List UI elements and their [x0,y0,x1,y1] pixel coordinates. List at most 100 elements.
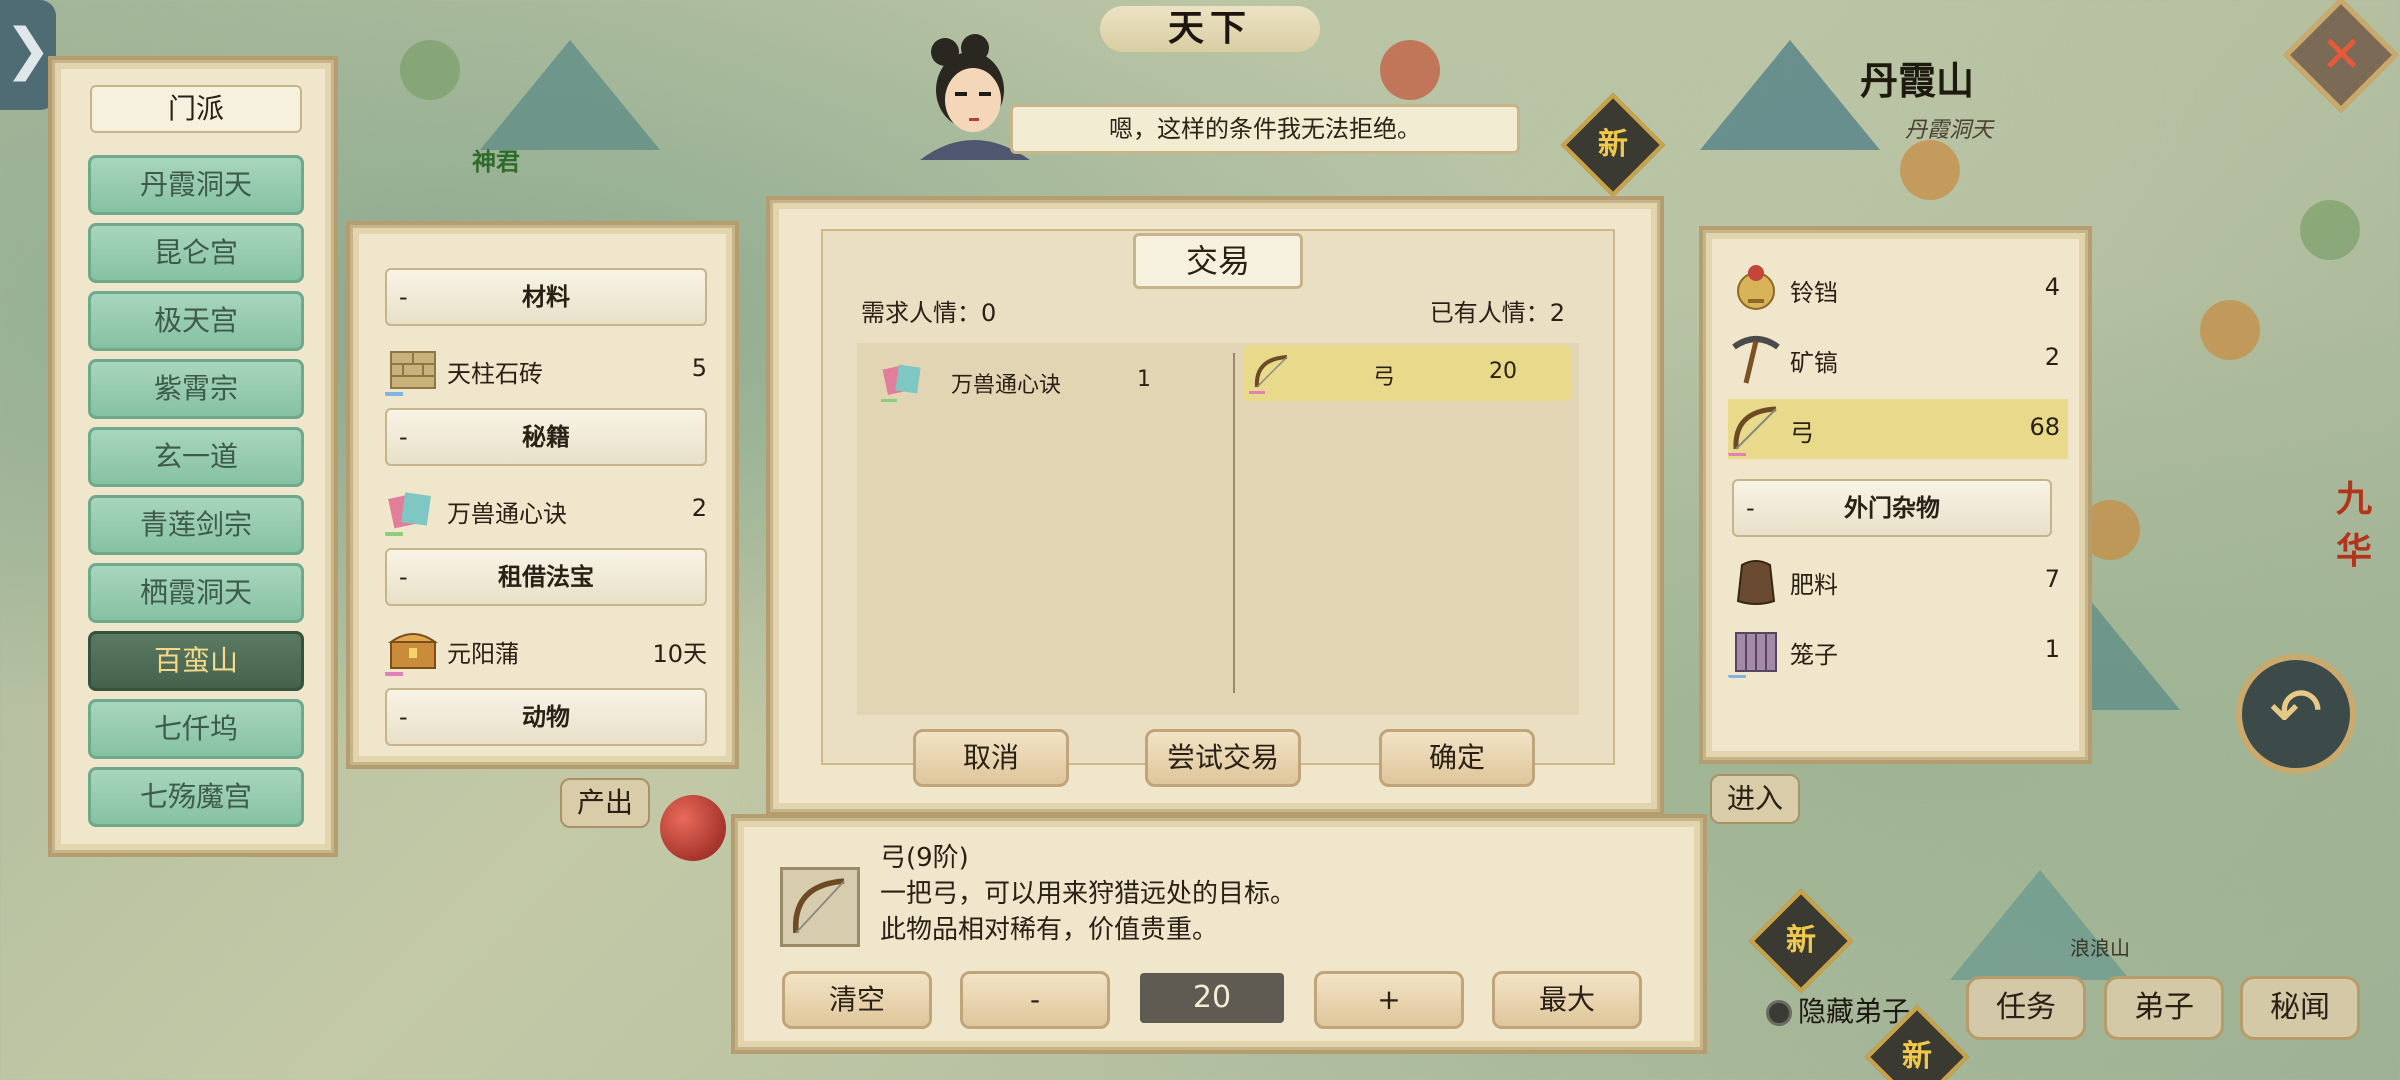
scroll-book-icon [881,364,921,402]
world-title: 天下 [1100,6,1320,52]
try-trade-button[interactable]: 尝试交易 [1145,729,1301,787]
sect-item[interactable]: 丹霞洞天 [88,155,304,215]
category-header[interactable]: - 动物 [385,688,707,746]
side-expand-tab[interactable]: ❯ [0,0,56,110]
sect-item[interactable]: 昆仑宫 [88,223,304,283]
sect-item[interactable]: 栖霞洞天 [88,563,304,623]
clear-button[interactable]: 清空 [782,971,932,1029]
trade-title: 交易 [1133,233,1303,289]
map-label-shenjun[interactable]: 神君 [472,142,520,177]
trade-divider [1233,353,1235,693]
stone-brick-icon [385,351,436,396]
sect-item[interactable]: 极天宫 [88,291,304,351]
my-inventory-panel: - 材料 天柱石砖 5 - 秘籍 万兽通心诀 2 - 租借法宝 元阳蒲 10天 … [350,225,735,765]
category-title: 租借法宝 [498,563,594,591]
item-qty: 2 [2044,343,2060,371]
max-button[interactable]: 最大 [1492,971,1642,1029]
sect-item[interactable]: 紫霄宗 [88,359,304,419]
sect-header: 门派 [90,85,302,133]
quantity-value[interactable]: 20 [1140,973,1284,1023]
bell-icon [1737,265,1775,310]
plus-button[interactable]: + [1314,971,1464,1029]
treasure-chest-icon [385,633,439,676]
hide-disciple-toggle[interactable]: 隐藏弟子 [1766,990,1910,1030]
item-name: 元阳蒲 [447,640,519,668]
close-icon: ✕ [2320,25,2363,84]
inventory-item[interactable]: 肥料 7 [1728,551,2068,611]
cage-icon [1728,632,1777,678]
item-qty: 2 [691,494,707,522]
bow-icon [1249,355,1288,394]
red-orb-icon[interactable] [660,795,726,861]
secrets-button[interactable]: 秘闻 [2240,976,2360,1040]
item-qty: 5 [691,354,707,382]
collapse-dash: - [399,563,408,591]
map-label-langlang[interactable]: 浪浪山 [2070,932,2130,961]
confirm-button[interactable]: 确定 [1379,729,1535,787]
request-item[interactable]: 弓 20 [1243,345,1571,401]
item-qty: 4 [2044,273,2060,301]
item-detail-panel: 弓(9阶) 一把弓，可以用来狩猎远处的目标。 此物品相对稀有，价值贵重。 清空 … [735,818,1703,1050]
collapse-dash: - [399,703,408,731]
scroll-book-icon [385,492,431,536]
inventory-item[interactable]: 万兽通心诀 2 [385,480,715,540]
return-arrow-icon: ↶ [2269,675,2323,749]
item-name: 弓 [1790,419,1814,447]
sect-item[interactable]: 玄一道 [88,427,304,487]
item-detail-title: 弓(9阶) [880,843,969,873]
category-title: 材料 [522,283,570,311]
map-label-jiuhua[interactable]: 九华 [2336,470,2400,574]
request-item-name: 弓 [1373,365,1396,390]
sect-item[interactable]: 青莲剑宗 [88,495,304,555]
disciple-button[interactable]: 弟子 [2104,976,2224,1040]
map-label-danxia[interactable]: 丹霞山 [1860,50,1974,105]
output-tag[interactable]: 产出 [560,778,650,828]
item-name: 万兽通心诀 [447,500,567,528]
inventory-item[interactable]: 笼子 1 [1728,621,2068,681]
inventory-item-selected[interactable]: 弓 68 [1728,399,2068,459]
trade-panel: 交易 需求人情：0 已有人情：2 万兽通心诀 1 弓 20 取消 尝试交易 确定 [770,200,1660,812]
fertilizer-sack-icon [1736,560,1776,605]
collapse-dash: - [1746,494,1755,522]
inventory-item[interactable]: 元阳蒲 10天 [385,620,715,680]
bow-icon [1728,406,1777,456]
enter-tag[interactable]: 进入 [1710,774,1800,824]
item-name: 笼子 [1790,641,1838,669]
category-header[interactable]: - 秘籍 [385,408,707,466]
category-header[interactable]: - 租借法宝 [385,548,707,606]
category-header[interactable]: - 材料 [385,268,707,326]
map-close-button[interactable]: ✕ [2283,0,2399,113]
new-badge: 新 [1560,92,1666,198]
sect-item-active[interactable]: 百蛮山 [88,631,304,691]
collapse-dash: - [399,283,408,311]
map-label-danxia-sub: 丹霞洞天 [1905,118,1994,143]
inventory-item[interactable]: 天柱石砖 5 [385,340,715,400]
category-header[interactable]: - 外门杂物 [1732,479,2052,537]
item-qty: 1 [2044,635,2060,663]
item-name: 铃铛 [1790,279,1838,307]
offer-item-qty: 1 [1137,367,1151,392]
back-button[interactable]: ↶ [2236,654,2356,774]
category-title: 秘籍 [522,423,570,451]
radio-icon [1766,1000,1792,1026]
bow-icon [780,867,860,947]
inventory-item[interactable]: 矿镐 2 [1728,329,2068,389]
required-favor-label: 需求人情：0 [861,299,997,327]
sect-item[interactable]: 七殇魔宫 [88,767,304,827]
sect-list-panel: 门派 丹霞洞天 昆仑宫 极天宫 紫霄宗 玄一道 青莲剑宗 栖霞洞天 百蛮山 七仟… [52,60,334,853]
task-button[interactable]: 任务 [1966,976,2086,1040]
item-name: 肥料 [1790,571,1838,599]
cancel-button[interactable]: 取消 [913,729,1069,787]
minus-button[interactable]: - [960,971,1110,1029]
sect-item[interactable]: 七仟坞 [88,699,304,759]
hide-disciple-label: 隐藏弟子 [1798,995,1911,1028]
category-title: 动物 [522,703,570,731]
item-name: 矿镐 [1790,349,1838,377]
inventory-item[interactable]: 铃铛 4 [1728,259,2068,319]
item-qty: 10天 [652,640,707,668]
collapse-dash: - [399,423,408,451]
item-name: 天柱石砖 [447,360,543,388]
new-badge: 新 [1748,888,1854,994]
item-detail-description: 一把弓，可以用来狩猎远处的目标。 [880,879,1297,909]
offer-item[interactable]: 万兽通心诀 1 [881,355,1211,405]
